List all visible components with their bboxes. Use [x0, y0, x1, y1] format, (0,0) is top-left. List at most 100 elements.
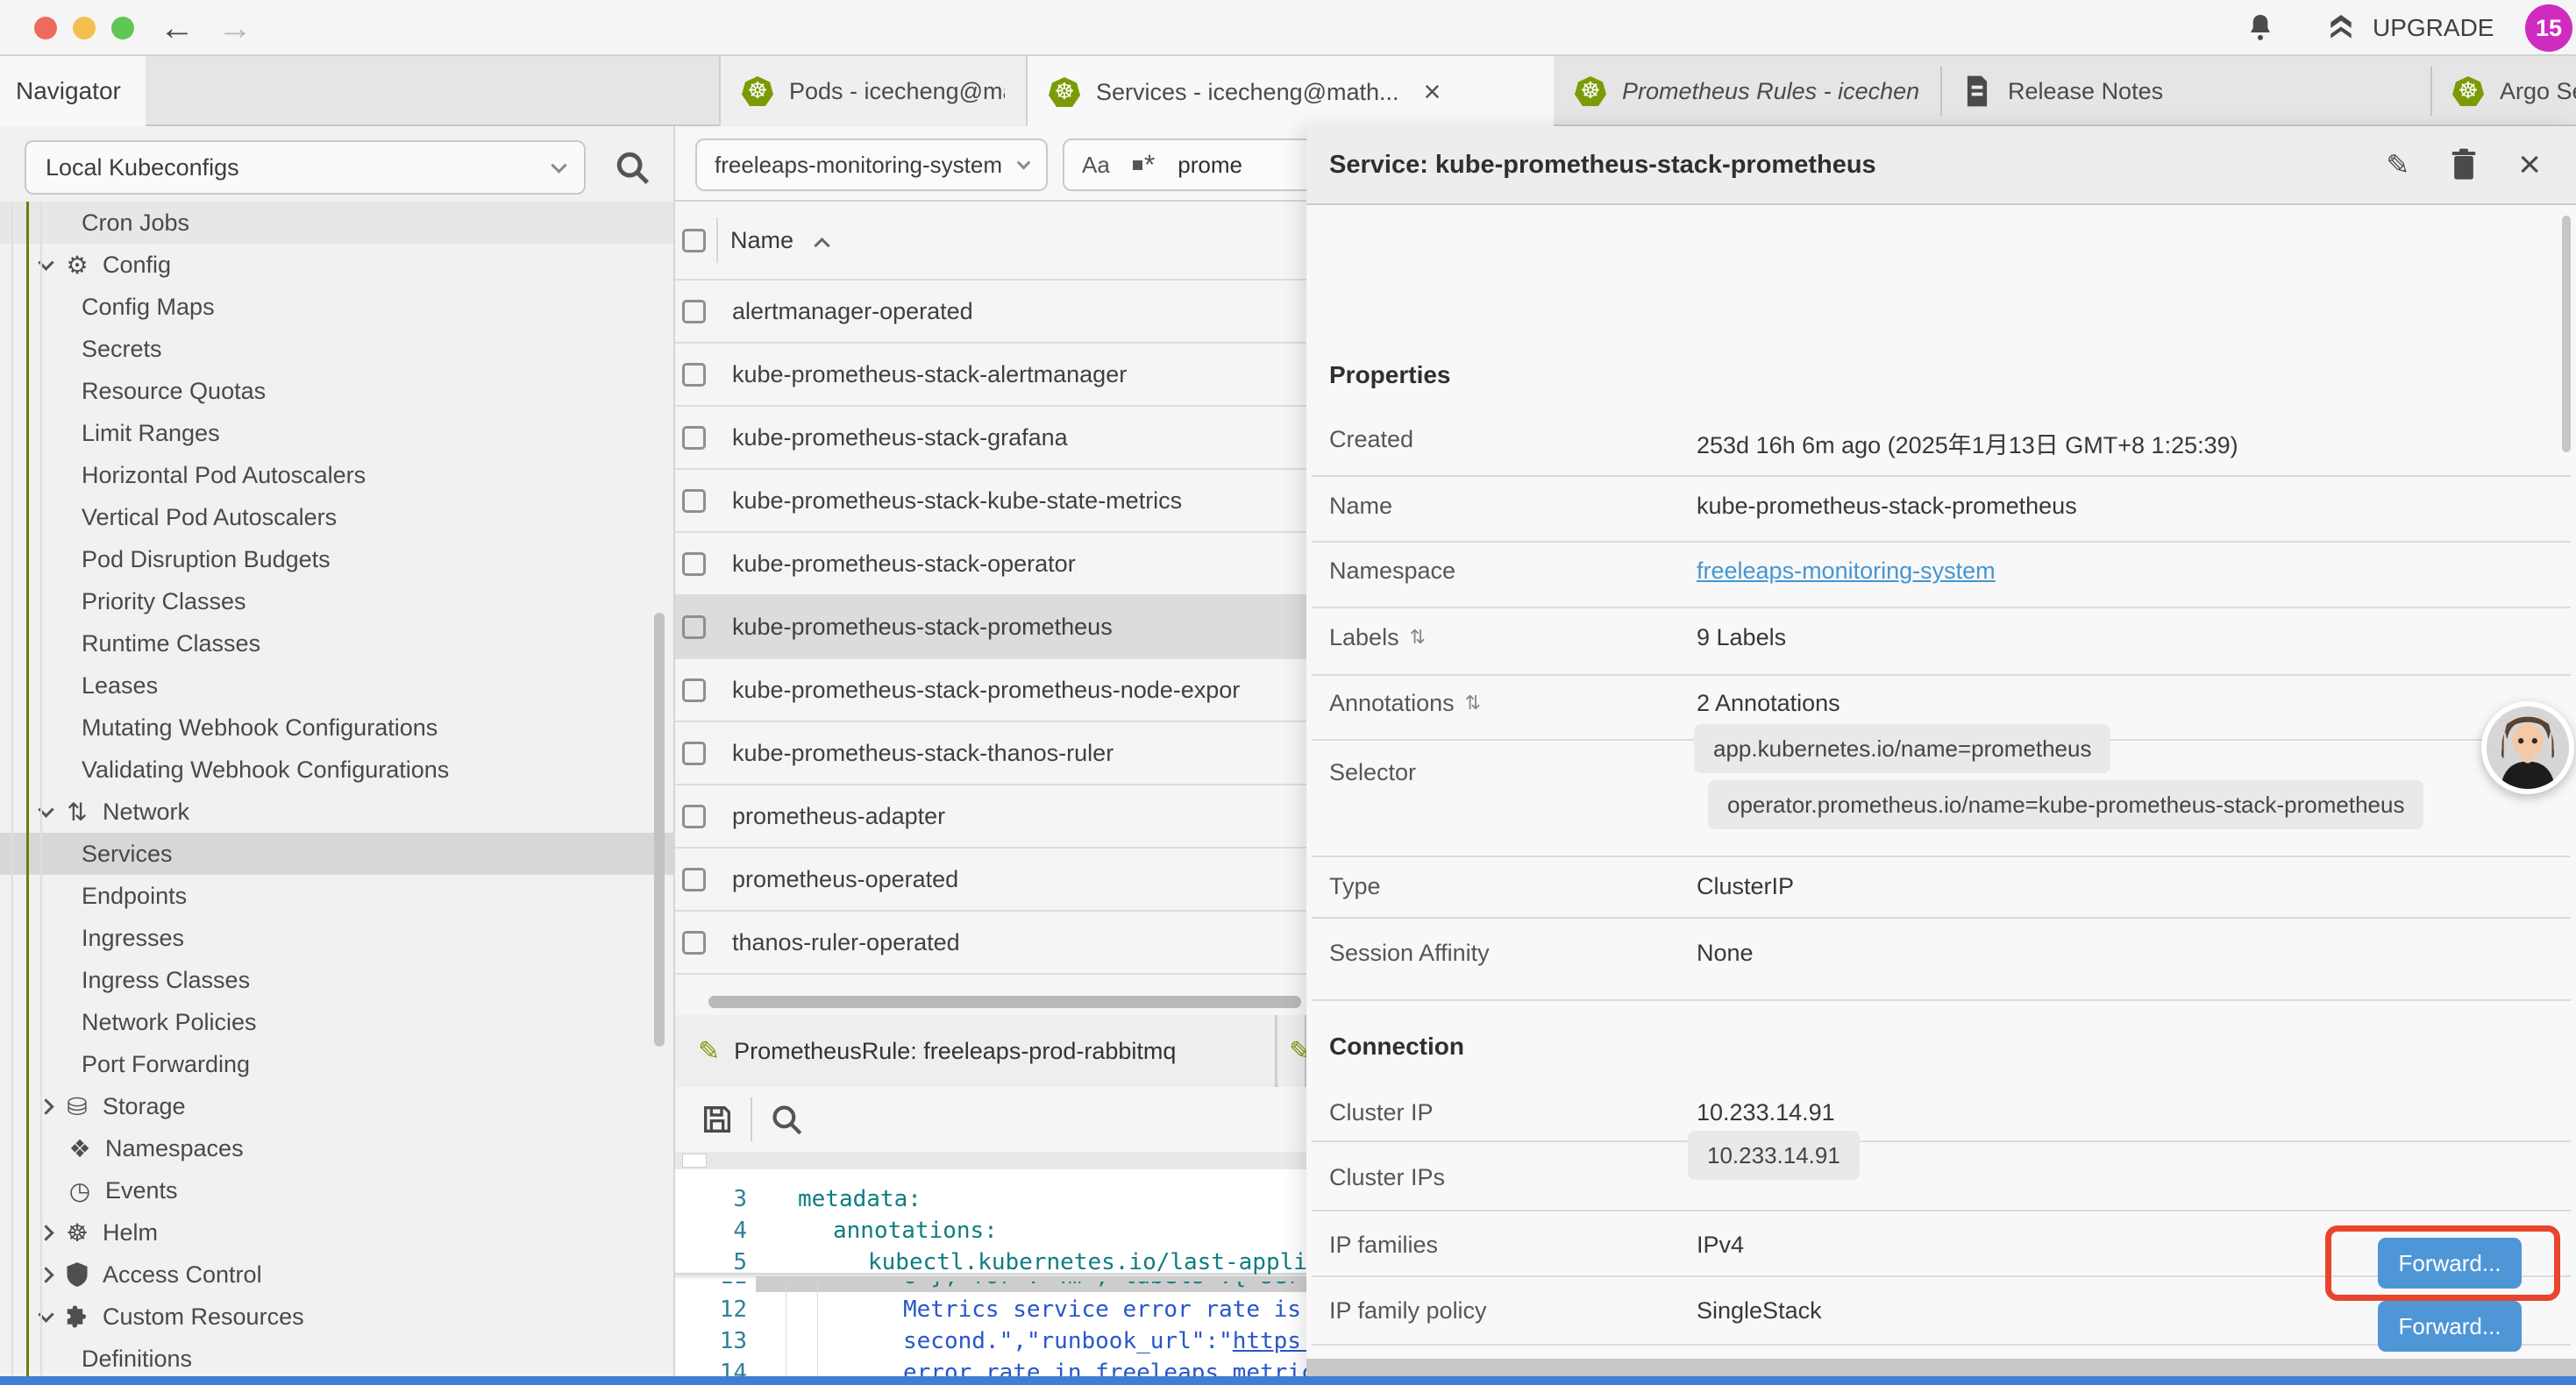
sidebar-item-network-policies[interactable]: Network Policies — [0, 1001, 673, 1043]
name-column-header[interactable]: Name — [730, 227, 793, 254]
table-row-selected[interactable]: kube-prometheus-stack-prometheus — [675, 596, 1306, 659]
cluster-ips-chip-text: 10.233.14.91 — [1707, 1142, 1840, 1169]
drawer-scrollbar[interactable] — [2562, 216, 2571, 452]
expand-collapse-icon[interactable]: ⇅ — [1410, 627, 1426, 649]
tab-argo[interactable]: ☸ Argo Se — [2431, 56, 2576, 126]
name-value: kube-prometheus-stack-prometheus — [1697, 493, 2077, 520]
sidebar-item-services[interactable]: Services — [0, 833, 673, 875]
tab-services[interactable]: ☸ Services - icecheng@math... × — [1028, 56, 1554, 128]
table-row[interactable]: kube-prometheus-stack-kube-state-metrics — [675, 470, 1306, 533]
row-checkbox[interactable] — [682, 805, 706, 828]
code-link[interactable]: https://net — [1233, 1328, 1306, 1354]
table-row[interactable]: kube-prometheus-stack-prometheus-node-ex… — [675, 659, 1306, 722]
namespace-filter-dropdown[interactable]: freeleaps-monitoring-system — [695, 138, 1048, 191]
sidebar-group-access-control[interactable]: Access Control — [0, 1254, 673, 1296]
save-icon[interactable] — [700, 1102, 735, 1137]
editor-tab-next[interactable]: ✎ — [1278, 1015, 1306, 1087]
maximize-traffic-light[interactable] — [111, 17, 134, 39]
sidebar-item-port-forwarding[interactable]: Port Forwarding — [0, 1043, 673, 1085]
navigator-panel-tab[interactable]: Navigator — [0, 56, 146, 126]
tab-release-notes[interactable]: Release Notes — [1941, 56, 2430, 126]
sidebar-item-ingress-classes[interactable]: Ingress Classes — [0, 959, 673, 1001]
row-checkbox[interactable] — [682, 615, 706, 639]
sidebar-item-definitions[interactable]: Definitions — [0, 1338, 673, 1380]
notification-count-badge[interactable]: 15 — [2525, 4, 2572, 52]
sidebar-item-runtime-classes[interactable]: Runtime Classes — [0, 622, 673, 664]
table-row[interactable]: kube-prometheus-stack-grafana — [675, 407, 1306, 470]
sidebar-item-priority-classes[interactable]: Priority Classes — [0, 580, 673, 622]
sort-ascending-icon[interactable] — [814, 237, 829, 252]
navigator-panel: Local Kubeconfigs Cron Jobs ⚙ Config Con… — [0, 126, 675, 1385]
annotations-label[interactable]: Annotations ⇅ — [1329, 690, 1481, 717]
sidebar-item-endpoints[interactable]: Endpoints — [0, 875, 673, 917]
table-row[interactable]: prometheus-adapter — [675, 785, 1306, 849]
sidebar-item-cron-jobs[interactable]: Cron Jobs — [0, 202, 673, 244]
editor-tab-prometheusrule[interactable]: ✎ PrometheusRule: freeleaps-prod-rabbitm… — [675, 1015, 1277, 1087]
labels-label[interactable]: Labels ⇅ — [1329, 624, 1426, 651]
row-checkbox[interactable] — [682, 931, 706, 955]
sidebar-group-helm[interactable]: ☸ Helm — [0, 1211, 673, 1254]
close-traffic-light[interactable] — [34, 17, 57, 39]
horizontal-scrollbar[interactable] — [708, 996, 1301, 1008]
row-checkbox[interactable] — [682, 678, 706, 702]
sidebar-item-pod-disruption-budgets[interactable]: Pod Disruption Budgets — [0, 538, 673, 580]
match-case-toggle[interactable]: Aa — [1082, 152, 1110, 179]
row-checkbox[interactable] — [682, 300, 706, 323]
back-icon[interactable]: ← — [160, 9, 195, 47]
sidebar-item-horizontal-pod-autoscalers[interactable]: Horizontal Pod Autoscalers — [0, 454, 673, 496]
sidebar-item-resource-quotas[interactable]: Resource Quotas — [0, 370, 673, 412]
sidebar-item-ingresses[interactable]: Ingresses — [0, 917, 673, 959]
row-checkbox[interactable] — [682, 363, 706, 387]
sidebar-item-mutating-webhook-configurations[interactable]: Mutating Webhook Configurations — [0, 707, 673, 749]
expand-collapse-icon[interactable]: ⇅ — [1465, 692, 1481, 714]
sidebar-item-events[interactable]: ◷ Events — [0, 1169, 673, 1211]
yaml-editor[interactable]: 3metadata: 4annotations: 5kubectl.kubern… — [675, 1169, 1306, 1376]
tab-prometheus-rules[interactable]: ☸ Prometheus Rules - icecheng... — [1554, 56, 1940, 126]
sidebar-group-custom-resources[interactable]: Custom Resources — [0, 1296, 673, 1338]
search-icon[interactable] — [612, 147, 652, 188]
editor-search-icon[interactable] — [768, 1101, 805, 1138]
table-row[interactable]: prometheus-operated — [675, 849, 1306, 912]
toolbar-divider — [751, 1097, 752, 1141]
forward-port-8080-button[interactable]: Forward... — [2378, 1301, 2522, 1352]
editor-line: 4annotations: — [675, 1215, 1306, 1246]
edit-resource-icon[interactable]: ✎ — [2386, 148, 2409, 181]
table-row[interactable]: thanos-ruler-operated — [675, 912, 1306, 975]
sidebar-item-limit-ranges[interactable]: Limit Ranges — [0, 412, 673, 454]
table-row[interactable]: kube-prometheus-stack-alertmanager — [675, 344, 1306, 407]
notifications-bell-icon[interactable] — [2243, 11, 2278, 46]
close-drawer-icon[interactable]: × — [2518, 147, 2541, 182]
user-avatar[interactable] — [2481, 701, 2574, 794]
tab-pods[interactable]: ☸ Pods - icecheng@mathmas... — [719, 56, 1028, 126]
upgrade-button[interactable]: UPGRADE — [2322, 11, 2494, 46]
sidebar-group-storage[interactable]: ⛁ Storage — [0, 1085, 673, 1127]
select-all-checkbox[interactable] — [682, 229, 706, 252]
sidebar-item-validating-webhook-configurations[interactable]: Validating Webhook Configurations — [0, 749, 673, 791]
sidebar-item-leases[interactable]: Leases — [0, 664, 673, 707]
sidebar-item-secrets[interactable]: Secrets — [0, 328, 673, 370]
delete-trash-icon[interactable] — [2448, 147, 2480, 182]
row-checkbox[interactable] — [682, 489, 706, 513]
row-checkbox[interactable] — [682, 868, 706, 891]
sidebar-item-config-maps[interactable]: Config Maps — [0, 286, 673, 328]
sidebar-group-network[interactable]: ⇅ Network — [0, 791, 673, 833]
table-row[interactable]: kube-prometheus-stack-operator — [675, 533, 1306, 596]
close-tab-icon[interactable]: × — [1424, 79, 1441, 105]
row-checkbox[interactable] — [682, 552, 706, 576]
sidebar-scrollbar[interactable] — [654, 613, 665, 1047]
kubeconfig-selector[interactable]: Local Kubeconfigs — [25, 140, 586, 195]
sidebar-item-namespaces[interactable]: ❖ Namespaces — [0, 1127, 673, 1169]
service-name: kube-prometheus-stack-operator — [732, 550, 1076, 578]
row-checkbox[interactable] — [682, 426, 706, 450]
minimize-traffic-light[interactable] — [73, 17, 96, 39]
namespace-link[interactable]: freeleaps-monitoring-system — [1697, 558, 1996, 585]
row-checkbox[interactable] — [682, 742, 706, 765]
forward-icon[interactable]: → — [217, 9, 253, 47]
table-row[interactable]: kube-prometheus-stack-thanos-ruler — [675, 722, 1306, 785]
sidebar-item-vertical-pod-autoscalers[interactable]: Vertical Pod Autoscalers — [0, 496, 673, 538]
sidebar-group-config[interactable]: ⚙ Config — [0, 244, 673, 286]
editor-line: 13second.","runbook_url":"https://net — [675, 1325, 1306, 1357]
regex-toggle-icon[interactable]: * — [1133, 156, 1155, 174]
tab-label: Prometheus Rules - icecheng... — [1622, 78, 1919, 105]
table-row[interactable]: alertmanager-operated — [675, 281, 1306, 344]
